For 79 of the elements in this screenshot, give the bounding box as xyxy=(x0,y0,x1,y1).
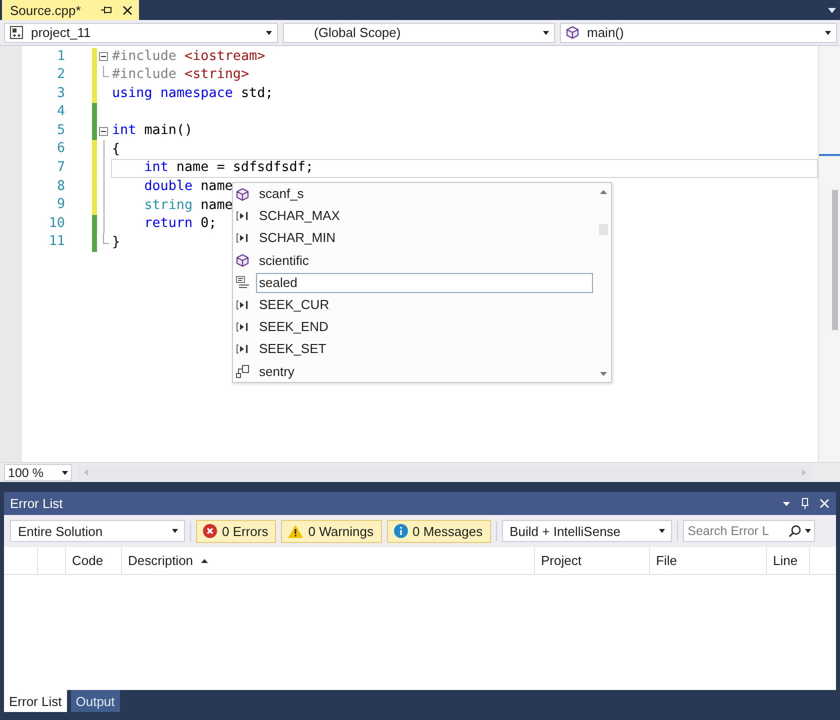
zoom-dropdown[interactable]: 100 % xyxy=(4,464,72,481)
line-number: 7 xyxy=(56,159,65,178)
collapse-icon[interactable] xyxy=(99,52,108,62)
panel-tab[interactable]: Error List xyxy=(4,690,67,712)
filter-toggle[interactable]: 0 Errors xyxy=(196,520,276,542)
caret-icon xyxy=(266,30,272,34)
caret-icon xyxy=(658,529,665,533)
project-icon xyxy=(10,26,23,39)
arrow-bar-icon xyxy=(236,344,249,354)
caret-icon[interactable] xyxy=(828,8,836,12)
code-line: #include <iostream> xyxy=(112,48,266,65)
code-line: using namespace std; xyxy=(112,86,274,102)
arrow-bar-icon xyxy=(236,233,249,244)
warning-icon xyxy=(288,524,304,538)
completion-item[interactable]: sentry xyxy=(256,362,593,382)
line-number: 6 xyxy=(56,140,65,158)
search-field[interactable]: Search Error L xyxy=(682,520,815,542)
cube-icon xyxy=(236,254,249,268)
line-number: 9 xyxy=(56,196,65,214)
line-number: 8 xyxy=(56,178,65,196)
arrow-bar-icon xyxy=(236,211,249,222)
caret-icon xyxy=(62,470,68,474)
code-line: return 0; xyxy=(144,216,217,232)
completion-item[interactable]: scanf_s xyxy=(256,184,593,204)
arrow-bar-icon xyxy=(236,322,249,332)
scroll-down-icon[interactable] xyxy=(600,372,606,376)
info-icon xyxy=(394,524,408,538)
panel-tab[interactable]: Output xyxy=(70,690,120,712)
cube-icon xyxy=(236,188,249,201)
member-dropdown[interactable]: main() xyxy=(560,22,837,42)
linked-squares-icon xyxy=(236,365,249,378)
filter-toggle[interactable]: 0 Messages xyxy=(386,520,491,542)
panel-title: Error List xyxy=(10,496,63,511)
code-line: int main() xyxy=(112,123,193,140)
project-dropdown[interactable]: project_11 xyxy=(4,22,278,42)
line-number: 5 xyxy=(56,122,65,140)
scroll-up-icon[interactable] xyxy=(600,190,606,194)
caret-icon xyxy=(172,529,178,533)
document-tab[interactable]: Source.cpp* xyxy=(2,0,139,20)
completion-item[interactable]: SEEK_END xyxy=(256,317,593,338)
scope-dropdown[interactable]: Entire Solution xyxy=(10,520,185,542)
code-line: int name = sdfsdfsdf; xyxy=(144,160,314,176)
scope-dropdown[interactable]: (Global Scope) xyxy=(283,22,555,42)
line-number: 4 xyxy=(56,103,65,122)
scrollbar-thumb[interactable] xyxy=(598,224,608,235)
code-line: { xyxy=(112,142,120,158)
code-line: double name xyxy=(144,178,233,195)
close-icon[interactable] xyxy=(122,6,132,14)
caret-icon[interactable] xyxy=(783,502,790,506)
source-dropdown[interactable]: Build + IntelliSense xyxy=(502,520,672,542)
cube-icon xyxy=(566,26,579,39)
completion-item[interactable]: sealed xyxy=(256,272,593,293)
line-number: 1 xyxy=(56,48,65,66)
completion-item[interactable]: scientific xyxy=(256,250,593,271)
error-icon xyxy=(203,524,217,538)
line-number: 3 xyxy=(56,84,65,103)
completion-item[interactable]: SEEK_SET xyxy=(256,339,593,360)
caret-position-marker xyxy=(819,154,840,156)
caret-icon xyxy=(825,30,831,34)
completion-item[interactable]: SCHAR_MAX xyxy=(256,206,593,226)
pin-icon[interactable] xyxy=(100,6,112,14)
filter-toggle[interactable]: 0 Warnings xyxy=(281,520,382,542)
code-line: string name xyxy=(144,198,233,214)
line-number: 10 xyxy=(48,214,65,233)
vertical-scrollbar[interactable] xyxy=(818,46,840,462)
line-number: 2 xyxy=(56,66,65,84)
search-icon[interactable] xyxy=(788,525,801,537)
line-number: 11 xyxy=(48,233,65,252)
text-lines-icon xyxy=(236,276,249,290)
completion-item[interactable]: SEEK_CUR xyxy=(256,295,593,316)
collapse-icon[interactable] xyxy=(99,126,108,136)
arrow-bar-icon xyxy=(236,300,249,310)
scrollbar-thumb[interactable] xyxy=(832,190,838,330)
caret-icon xyxy=(543,30,549,34)
code-line: #include <string> xyxy=(112,67,250,84)
caret-icon[interactable] xyxy=(804,529,811,533)
code-line: } xyxy=(112,234,120,251)
fold-guide-line xyxy=(102,66,108,78)
completion-item[interactable]: SCHAR_MIN xyxy=(256,228,593,248)
